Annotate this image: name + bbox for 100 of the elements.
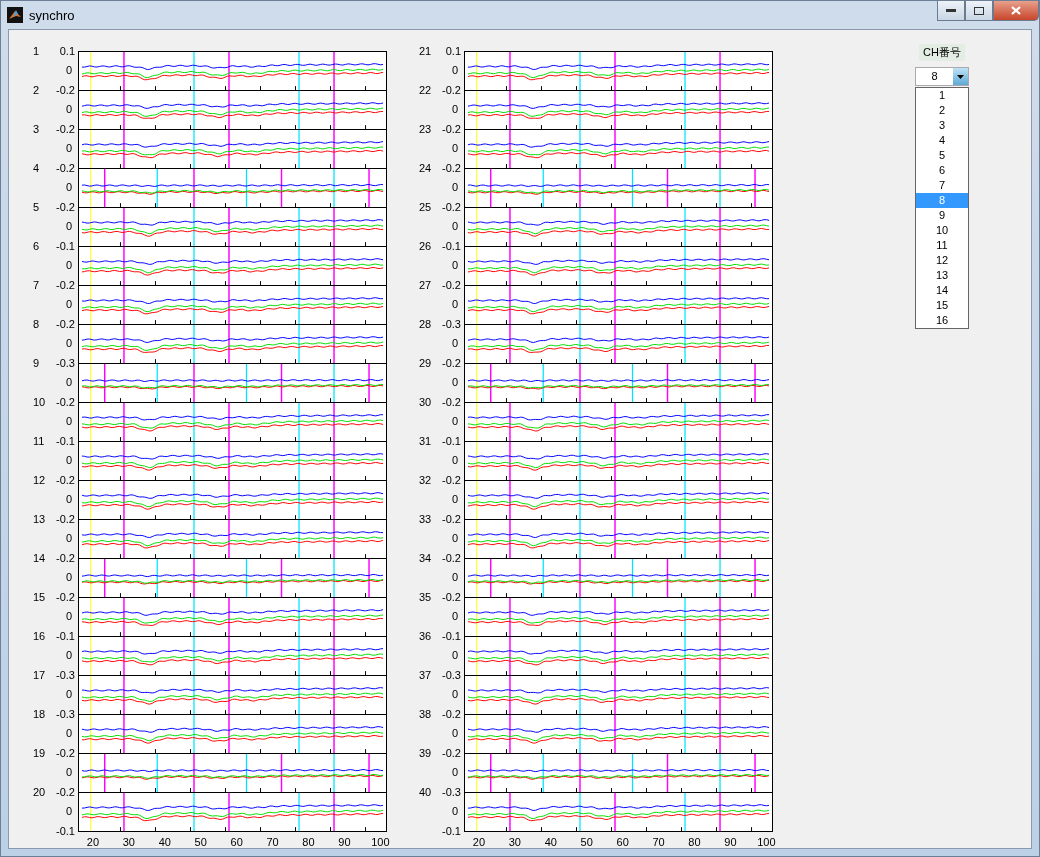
maximize-button[interactable] (965, 1, 993, 21)
channel-number: 16 (32, 630, 46, 643)
minimize-button[interactable] (937, 1, 965, 21)
x-tick-label: 50 (193, 836, 208, 848)
y-tick-label: -0.3 (442, 669, 462, 682)
y-tick-label: -0.2 (442, 396, 462, 409)
y-tick-label: 0 (451, 376, 459, 389)
y-tick-label: -0.3 (442, 318, 462, 331)
y-tick-label: 0 (65, 805, 73, 818)
window-title: synchro (29, 7, 76, 23)
y-tick-label: 0 (65, 298, 73, 311)
channel-number: 10 (32, 396, 46, 409)
channel-number: 6 (32, 240, 40, 253)
channel-dropdown[interactable]: 8 (915, 67, 969, 86)
x-tick-label: 100 (370, 836, 391, 848)
channel-number: 20 (32, 786, 46, 799)
x-tick-label: 70 (651, 836, 666, 848)
y-tick-label: -0.3 (56, 669, 76, 682)
y-tick-label: -0.2 (442, 201, 462, 214)
channel-number: 3 (32, 123, 40, 136)
y-tick-label: 0 (451, 337, 459, 350)
x-tick-label: 80 (301, 836, 316, 848)
channel-number: 27 (418, 279, 432, 292)
y-tick-label: 0 (65, 493, 73, 506)
y-tick-label: 0 (65, 766, 73, 779)
y-tick-label: -0.2 (56, 786, 76, 799)
y-tick-label: 0 (451, 415, 459, 428)
channel-number: 14 (32, 552, 46, 565)
y-tick-label: 0 (65, 571, 73, 584)
x-tick-label: 90 (723, 836, 738, 848)
y-tick-label: 0 (65, 64, 73, 77)
minimize-icon (946, 8, 956, 13)
x-tick-label: 100 (756, 836, 777, 848)
x-tick-label: 40 (157, 836, 172, 848)
y-tick-label: 0 (451, 298, 459, 311)
y-tick-label: 0 (65, 610, 73, 623)
y-tick-label: -0.2 (56, 318, 76, 331)
y-tick-label: 0 (65, 337, 73, 350)
y-tick-label: -0.1 (441, 824, 462, 839)
y-tick-label: 0 (451, 259, 459, 272)
channel-number: 29 (418, 357, 432, 370)
y-tick-label: 0 (451, 727, 459, 740)
channel-number: 21 (418, 45, 432, 58)
channel-number: 31 (418, 435, 432, 448)
close-button[interactable] (993, 1, 1039, 21)
y-tick-label: -0.2 (56, 474, 76, 487)
x-tick-label: 30 (507, 836, 522, 848)
x-tick-label: 20 (471, 836, 487, 848)
channel-number: 37 (418, 669, 432, 682)
channel-number: 5 (32, 201, 40, 214)
y-tick-label: -0.2 (56, 552, 76, 565)
channel-number: 12 (32, 474, 46, 487)
y-tick-label: -0.2 (56, 162, 76, 175)
y-tick-label: -0.2 (442, 552, 462, 565)
y-tick-label: -0.1 (55, 824, 76, 839)
y-tick-label: 0.1 (445, 45, 462, 58)
y-tick-label: 0 (451, 532, 459, 545)
caret-icon (953, 68, 968, 85)
x-tick-label: 60 (229, 836, 244, 848)
y-tick-label: -0.2 (56, 279, 76, 292)
channel-number: 30 (418, 396, 432, 409)
x-tick-label: 30 (121, 836, 136, 848)
channel-number: 13 (32, 513, 46, 526)
y-tick-label: 0 (65, 649, 73, 662)
channel-number: 35 (418, 591, 432, 604)
x-tick-label: 50 (579, 836, 594, 848)
y-tick-label: 0 (451, 649, 459, 662)
y-tick-label: 0 (65, 103, 73, 116)
channel-number: 8 (32, 318, 40, 331)
y-tick-label: -0.1 (56, 630, 76, 643)
y-tick-label: 0 (451, 64, 459, 77)
y-tick-label: 0 (65, 181, 73, 194)
y-tick-label: -0.1 (56, 435, 76, 448)
app-logo-icon (7, 7, 23, 23)
channel-number: 32 (418, 474, 432, 487)
y-tick-label: 0 (65, 454, 73, 467)
y-tick-label: -0.3 (56, 708, 76, 721)
channel-number: 1 (32, 45, 40, 58)
y-tick-label: -0.2 (442, 279, 462, 292)
channel-number: 36 (418, 630, 432, 643)
y-tick-label: -0.2 (442, 513, 462, 526)
channel-number: 39 (418, 747, 432, 760)
y-tick-label: -0.2 (56, 513, 76, 526)
x-tick-label: 60 (615, 836, 630, 848)
y-tick-label: 0 (451, 571, 459, 584)
y-tick-label: -0.2 (56, 747, 76, 760)
y-tick-label: 0 (451, 766, 459, 779)
y-tick-label: -0.3 (56, 357, 76, 370)
channel-number: 9 (32, 357, 40, 370)
y-tick-label: -0.2 (442, 162, 462, 175)
y-tick-label: 0 (65, 259, 73, 272)
maximize-icon (974, 6, 984, 15)
y-tick-label: -0.1 (442, 435, 462, 448)
y-tick-label: 0 (65, 688, 73, 701)
channel-number: 24 (418, 162, 432, 175)
y-tick-label: -0.2 (442, 591, 462, 604)
channel-number: 38 (418, 708, 432, 721)
y-tick-label: 0 (65, 415, 73, 428)
y-tick-label: -0.2 (56, 123, 76, 136)
channel-number: 11 (32, 435, 45, 448)
